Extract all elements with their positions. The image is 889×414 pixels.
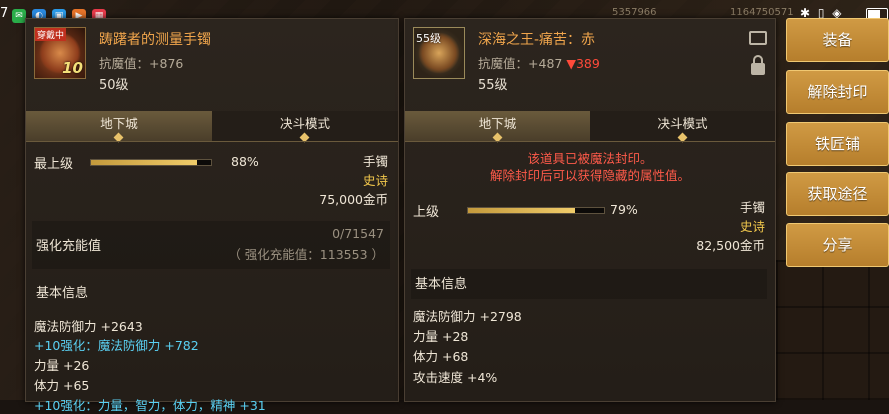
stat-line: 魔法防御力 +2798 [413,309,522,324]
stat-line-enhance-cut: +10强化：力量，智力，体力，精神 +31 [34,398,266,413]
enhance-title: 强化充能值 [36,239,102,254]
stat-line: 力量 +26 [34,358,90,373]
resist-value: +487 [528,56,563,71]
item-resist: 抗魔值：+876 [99,53,183,72]
resist-label: 抗魔值： [478,56,529,71]
upgrade-progress-fill [91,160,197,165]
unseal-button[interactable]: 解除封印 [786,70,889,114]
sea-king-icon[interactable]: 55级 [413,27,465,79]
upgrade-label: 上级 [413,205,440,220]
item-price: 82,500金币 [696,238,765,253]
stat-line: 体力 +65 [34,378,90,393]
resist-value: +876 [149,56,184,71]
enhance-values: 0/71547 （ 强化充能值：113553 ） [228,223,384,265]
stat-line: 攻击速度 +4% [413,370,498,385]
tab-dungeon-label: 地下城 [100,116,138,131]
basic-info-title: 基本信息 [36,286,89,301]
tab-duel-label: 决斗模式 [279,116,330,131]
tab-duel-label: 决斗模式 [657,116,708,131]
upgrade-progress-bar [467,207,605,214]
item-name: 深海之王-痛苦：赤 [478,32,596,48]
stat-line: 魔法防御力 +2643 [34,319,143,334]
seal-warning-2: 解除封印后可以获得隐藏的属性值。 [489,168,690,183]
stat-line: 体力 +68 [413,349,469,364]
bracelet-icon[interactable]: 穿戴中 10 [34,27,86,79]
tab-divider [26,141,398,142]
upgrade-progress-text: 88% [231,154,259,169]
item-rarity: 史诗 [362,173,388,188]
lock-icon[interactable] [751,55,765,75]
wechat-icon: ✉ [12,9,26,23]
blacksmith-button[interactable]: 铁匠铺 [786,122,889,166]
tab-divider [405,141,775,142]
enhance-value-total: （ 强化充能值：113553 ） [228,247,384,262]
stat-line: 力量 +28 [413,329,469,344]
stat-line-enhance: +10强化：魔法防御力 +782 [34,338,199,353]
compare-item-panel: 55级 深海之王-痛苦：赤 抗魔值：+487 ▼389 55级 地下城 决斗模式… [404,18,776,402]
tab-dungeon[interactable]: 地下城 [405,111,590,143]
upgrade-label: 最上级 [34,157,74,172]
tab-dungeon[interactable]: 地下城 [26,111,212,143]
basic-info-title: 基本信息 [415,277,468,292]
item-price: 75,000金币 [319,192,388,207]
item-name: 踌躇者的测量手镯 [99,32,211,48]
item-type: 手镯 [739,200,765,215]
resist-label: 抗魔值： [99,56,150,71]
seal-warning-1: 该道具已被魔法封印。 [527,151,653,166]
tab-duel[interactable]: 决斗模式 [590,111,775,143]
item-level: 50级 [99,78,129,93]
enhance-value-current: 0/71547 [332,226,384,241]
equipped-badge: 穿戴中 [35,28,67,41]
obtain-method-button[interactable]: 获取途径 [786,172,889,216]
tab-duel[interactable]: 决斗模式 [212,111,398,143]
equipped-item-panel: 穿戴中 10 踌躇者的测量手镯 抗魔值：+876 50级 地下城 决斗模式 最上… [25,18,399,413]
enhance-section: 强化充能值 0/71547 （ 强化充能值：113553 ） [32,221,390,269]
item-level: 55级 [478,78,508,93]
upgrade-progress-fill [468,208,576,213]
tab-dungeon-label: 地下城 [478,116,517,131]
upgrade-progress-text: 79% [610,202,638,217]
coin-count: 1164750571 [730,7,794,18]
mode-tabs: 地下城 决斗模式 [405,111,775,143]
mode-tabs: 地下城 决斗模式 [26,111,398,143]
item-type: 手镯 [362,154,388,169]
inventory-grid [776,260,889,400]
item-rarity: 史诗 [739,219,765,234]
item-meta: 手镯 史诗 82,500金币 [696,198,765,255]
resist-drop: ▼389 [566,56,600,71]
item-level-badge: 55级 [416,32,441,45]
share-icon[interactable] [749,31,767,45]
gold-count: 5357966 [612,7,657,18]
upgrade-progress-bar [90,159,212,166]
share-button[interactable]: 分享 [786,223,889,267]
enhance-level-badge: 10 [62,59,83,77]
item-meta: 手镯 史诗 75,000金币 [319,152,388,209]
equip-button[interactable]: 装备 [786,18,889,62]
status-time: 7 [0,6,9,21]
basic-info-section: 基本信息 [411,269,767,299]
item-resist: 抗魔值：+487 ▼389 [478,53,600,72]
